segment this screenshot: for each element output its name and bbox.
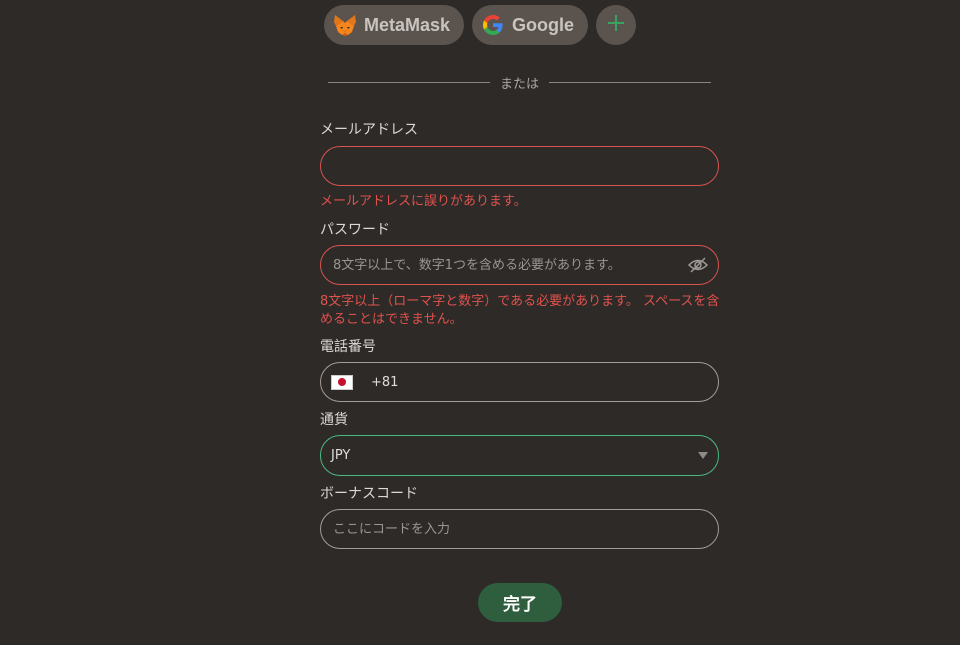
metamask-fox-icon — [332, 12, 358, 38]
metamask-button[interactable]: MetaMask — [323, 5, 465, 45]
currency-selected-value: JPY — [331, 448, 351, 463]
divider-line-left — [328, 82, 490, 83]
email-error-message: メールアドレスに誤りがあります。 — [320, 194, 527, 209]
password-input[interactable] — [331, 256, 688, 274]
google-label: Google — [512, 14, 575, 35]
google-button[interactable]: Google — [472, 5, 589, 45]
submit-button[interactable]: 完了 — [478, 583, 562, 622]
japan-flag-icon[interactable] — [331, 374, 353, 390]
eye-slash-icon[interactable] — [688, 257, 708, 273]
bonus-code-label: ボーナスコード — [320, 486, 418, 502]
phone-country-code: +81 — [371, 374, 399, 390]
divider-text: または — [500, 77, 540, 92]
password-error-message: 8文字以上（ローマ字と数字）である必要があります。 スペースを含めることはできま… — [320, 294, 720, 327]
email-input[interactable] — [331, 157, 708, 175]
email-field-wrapper — [320, 146, 719, 186]
plus-icon — [607, 14, 625, 36]
currency-label: 通貨 — [320, 412, 348, 428]
divider-line-right — [549, 82, 712, 83]
more-login-options-button[interactable] — [596, 5, 637, 45]
google-logo-icon — [480, 12, 506, 38]
social-login-row: MetaMask Google — [0, 5, 960, 45]
bonus-code-input[interactable] — [331, 520, 708, 538]
metamask-label: MetaMask — [363, 14, 451, 35]
or-divider: または — [328, 73, 712, 92]
password-label: パスワード — [320, 222, 390, 238]
phone-field-wrapper: +81 — [320, 362, 719, 402]
currency-select[interactable]: JPY — [320, 435, 719, 476]
bonus-code-field-wrapper — [320, 509, 719, 549]
password-field-wrapper — [320, 245, 719, 285]
email-label: メールアドレス — [320, 122, 418, 138]
caret-down-icon — [698, 452, 708, 459]
phone-input[interactable] — [404, 373, 708, 391]
phone-label: 電話番号 — [320, 339, 376, 355]
